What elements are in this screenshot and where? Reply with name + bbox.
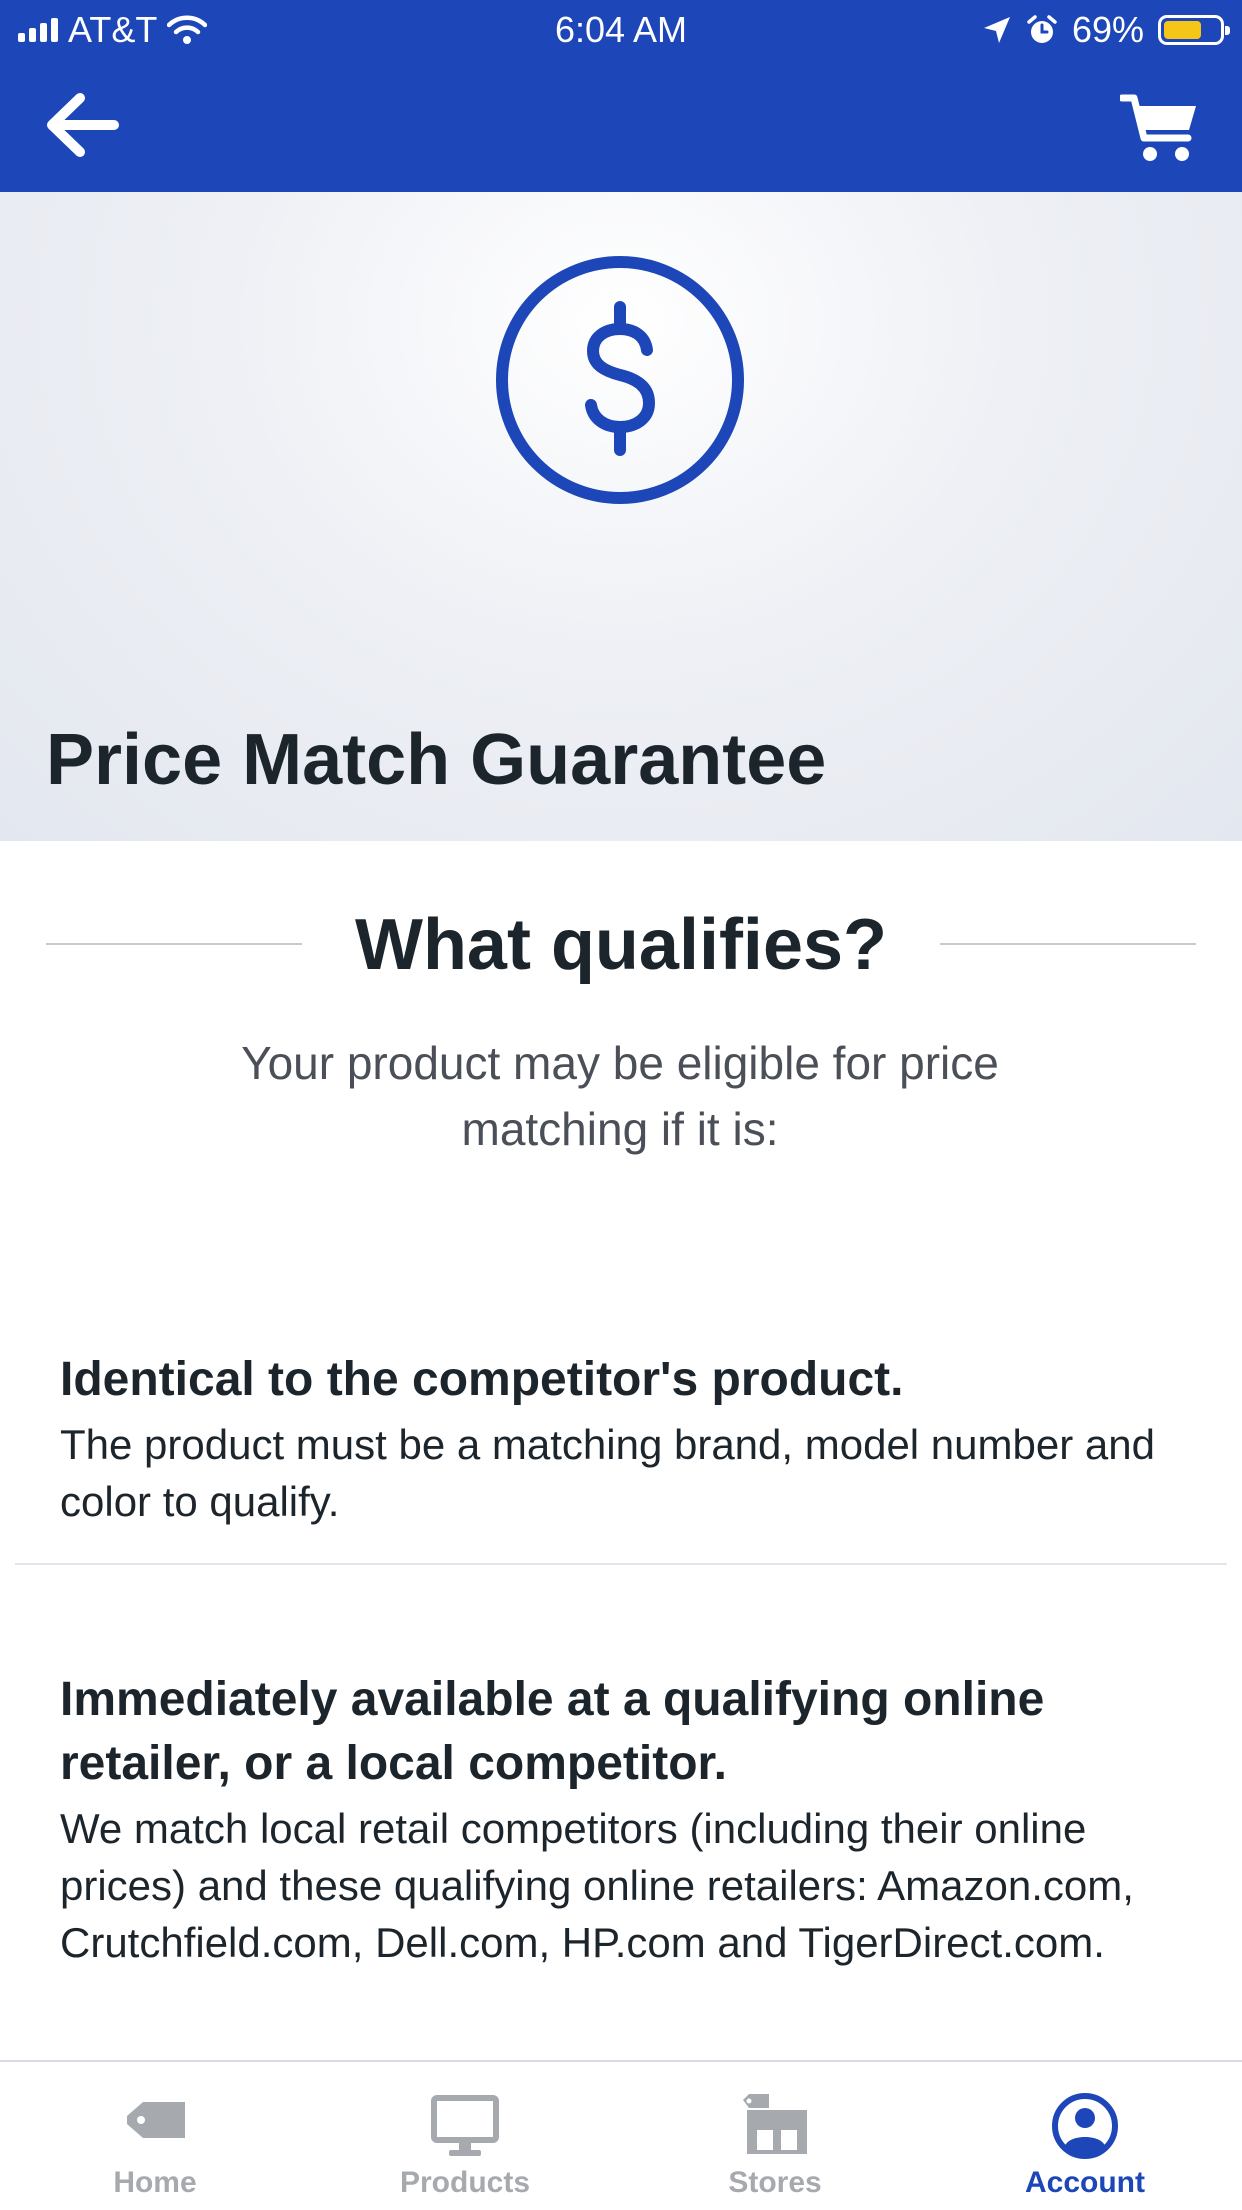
qualification-item: Immediately available at a qualifying on… <box>60 1668 1190 1971</box>
nav-bar <box>0 62 1242 192</box>
status-bar: AT&T 6:04 AM 69% <box>0 0 1242 62</box>
tab-label: Stores <box>728 2166 822 2199</box>
cart-button[interactable] <box>1118 90 1200 166</box>
battery-icon <box>1158 15 1230 45</box>
dollar-circle-icon <box>496 256 744 504</box>
qualification-title: Immediately available at a qualifying on… <box>60 1673 1045 1790</box>
hero-banner: Price Match Guarantee <box>0 192 1242 841</box>
battery-percent: 69% <box>1071 9 1144 50</box>
qualification-body: We match local retail competitors (inclu… <box>60 1805 1134 1966</box>
store-icon <box>743 2094 807 2154</box>
tab-home[interactable]: Home <box>0 2062 310 2210</box>
status-right: 69% <box>982 9 1230 50</box>
qualification-item: Identical to the competitor's product. T… <box>60 1348 1190 1530</box>
monitor-icon <box>431 2095 499 2156</box>
tab-stores[interactable]: Stores <box>620 2062 930 2210</box>
tab-account[interactable]: Account <box>930 2062 1240 2210</box>
back-button[interactable] <box>42 90 122 160</box>
battery-fill <box>1164 21 1202 39</box>
location-arrow-icon <box>983 17 1010 43</box>
qualification-body: The product must be a matching brand, mo… <box>60 1421 1155 1525</box>
tag-icon <box>127 2102 185 2138</box>
tab-bar: Home Products Stores Account <box>0 2060 1242 2210</box>
section-heading-block: What qualifies? <box>46 900 1196 1010</box>
tab-label: Account <box>1025 2166 1145 2199</box>
tab-label: Home <box>113 2166 197 2199</box>
tab-label: Products <box>399 2166 531 2199</box>
alarm-icon <box>1027 15 1057 43</box>
back-arrow-icon <box>47 93 119 157</box>
divider <box>15 1563 1227 1565</box>
section-heading: What qualifies? <box>354 905 888 985</box>
cart-icon <box>1118 94 1196 161</box>
tab-products[interactable]: Products <box>310 2062 620 2210</box>
page-title: Price Match Guarantee <box>46 720 827 800</box>
qualification-title: Identical to the competitor's product. <box>60 1353 904 1406</box>
account-icon <box>1052 2093 1118 2159</box>
section-intro: Your product may be eligible for price m… <box>241 1037 999 1155</box>
